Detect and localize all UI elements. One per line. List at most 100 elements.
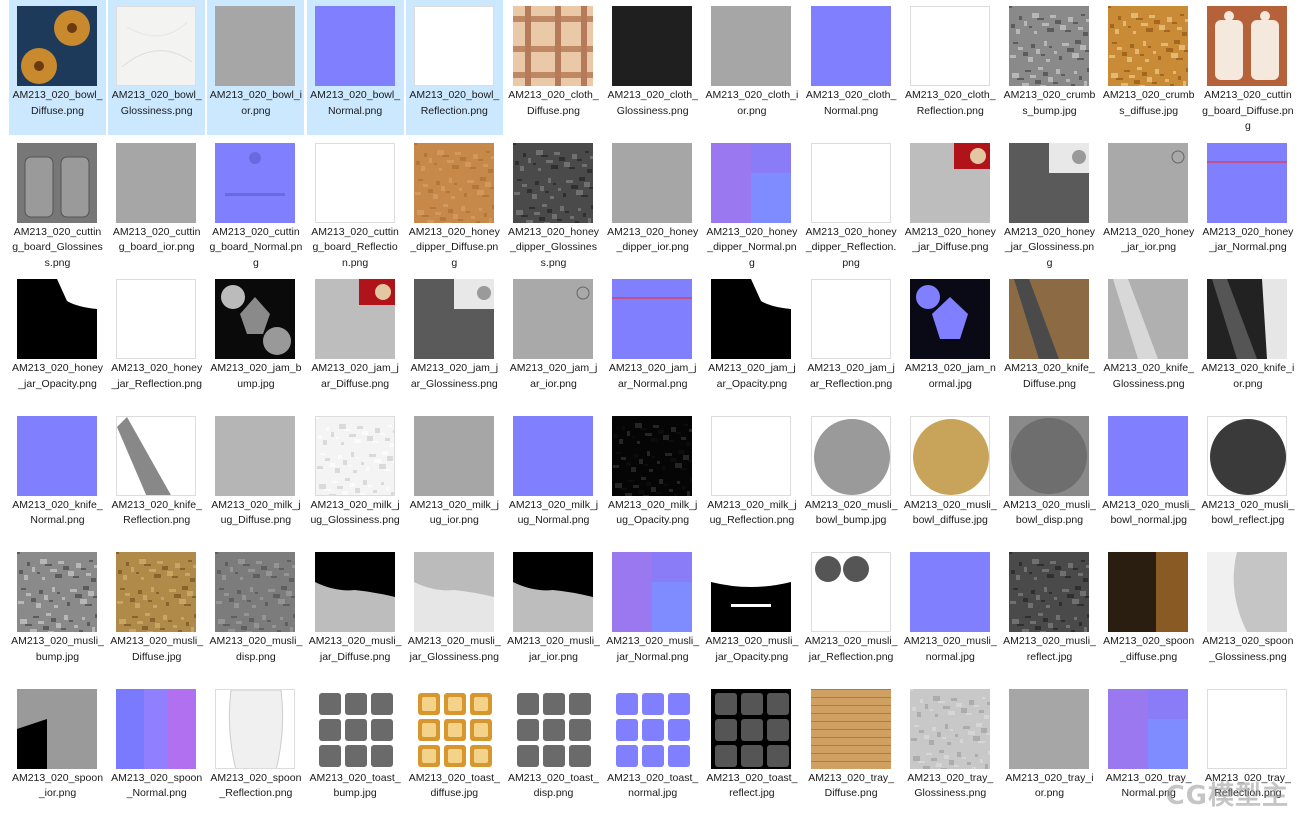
- file-item[interactable]: AM213_020_spoon_Normal.png: [108, 683, 205, 818]
- file-thumbnail: [413, 6, 494, 86]
- file-name-label: AM213_020_spoon_Normal.png: [111, 771, 203, 800]
- file-item[interactable]: AM213_020_jam_jar_Diffuse.png: [307, 273, 404, 408]
- file-item[interactable]: AM213_020_knife_Reflection.png: [108, 410, 205, 545]
- file-item[interactable]: AM213_020_knife_Diffuse.png: [1001, 273, 1098, 408]
- file-item[interactable]: AM213_020_musli_jar_Glossiness.png: [406, 546, 503, 681]
- file-item[interactable]: AM213_020_musli_jar_ior.png: [505, 546, 602, 681]
- file-item[interactable]: AM213_020_spoon_Glossiness.png: [1199, 546, 1296, 681]
- file-item[interactable]: AM213_020_honey_dipper_Reflection.png: [803, 137, 900, 272]
- file-item[interactable]: AM213_020_musli_bowl_bump.jpg: [803, 410, 900, 545]
- file-item[interactable]: AM213_020_bowl_Diffuse.png: [9, 0, 106, 135]
- file-thumbnail: [513, 142, 593, 223]
- file-name-label: AM213_020_knife_Reflection.png: [111, 498, 202, 527]
- file-grid: AM213_020_bowl_Diffuse.png AM213_020_bowl…: [0, 0, 1299, 818]
- file-name-label: AM213_020_musli_jar_Reflection.png: [804, 635, 898, 663]
- file-item[interactable]: AM213_020_cutting_board_Reflection.png: [307, 137, 404, 272]
- file-item[interactable]: AM213_020_toast_normal.jpg: [604, 683, 701, 818]
- file-item[interactable]: AM213_020_milk_jug_ior.png: [406, 410, 503, 545]
- file-item[interactable]: AM213_020_cutting_board_Normal.png: [207, 137, 304, 272]
- file-name-label: AM213_020_honey_dipper_Normal.png: [706, 225, 798, 269]
- file-thumbnail: [513, 552, 593, 632]
- file-item[interactable]: AM213_020_honey_dipper_Glossiness.png: [505, 137, 602, 272]
- file-item[interactable]: AM213_020_crumbs_diffuse.jpg: [1100, 0, 1197, 135]
- file-item[interactable]: AM213_020_bowl_Reflection.png: [405, 0, 503, 135]
- file-item[interactable]: AM213_020_honey_jar_Glossiness.png: [1001, 137, 1098, 272]
- file-item[interactable]: AM213_020_milk_jug_Glossiness.png: [307, 410, 404, 545]
- file-item[interactable]: AM213_020_milk_jug_Opacity.png: [604, 410, 701, 545]
- file-item[interactable]: AM213_020_musli_jar_Normal.png: [604, 546, 701, 681]
- file-item[interactable]: AM213_020_tray_Glossiness.png: [902, 683, 999, 818]
- file-item[interactable]: AM213_020_jam_bump.jpg: [207, 273, 304, 408]
- file-item[interactable]: AM213_020_cloth_ior.png: [703, 0, 800, 135]
- file-name-label: AM213_020_spoon_Glossiness.png: [1202, 635, 1294, 663]
- file-item[interactable]: AM213_020_musli_disp.png: [207, 546, 304, 681]
- file-thumbnail: [413, 688, 494, 769]
- file-item[interactable]: AM213_020_honey_jar_Diffuse.png: [902, 137, 999, 272]
- file-item[interactable]: AM213_020_knife_Normal.png: [9, 410, 106, 545]
- file-item[interactable]: AM213_020_toast_disp.png: [505, 683, 602, 818]
- file-item[interactable]: AM213_020_musli_jar_Opacity.png: [703, 546, 800, 681]
- file-item[interactable]: AM213_020_tray_ior.png: [1001, 683, 1098, 818]
- file-item[interactable]: AM213_020_spoon_diffuse.png: [1100, 546, 1197, 681]
- file-item[interactable]: AM213_020_honey_jar_Reflection.png: [108, 273, 205, 408]
- file-item[interactable]: AM213_020_milk_jug_Diffuse.png: [207, 410, 304, 545]
- file-name-label: AM213_020_musli_jar_Opacity.png: [705, 635, 799, 663]
- file-item[interactable]: AM213_020_musli_bowl_normal.jpg: [1100, 410, 1197, 545]
- file-item[interactable]: AM213_020_cutting_board_Glossiness.png: [9, 137, 106, 272]
- file-item[interactable]: AM213_020_bowl_ior.png: [207, 0, 305, 135]
- file-item[interactable]: AM213_020_honey_dipper_Normal.png: [703, 137, 800, 272]
- file-item[interactable]: AM213_020_tray_Diffuse.png: [803, 683, 900, 818]
- file-thumbnail: [17, 415, 97, 496]
- file-item[interactable]: AM213_020_jam_jar_Reflection.png: [803, 273, 900, 408]
- file-item[interactable]: AM213_020_honey_jar_Normal.png: [1199, 137, 1296, 272]
- file-thumbnail: [1108, 415, 1189, 496]
- file-item[interactable]: AM213_020_knife_ior.png: [1199, 273, 1296, 408]
- file-thumbnail: [711, 142, 792, 223]
- file-item[interactable]: AM213_020_honey_dipper_ior.png: [604, 137, 701, 272]
- file-thumbnail: [513, 688, 593, 769]
- file-item[interactable]: AM213_020_cloth_Diffuse.png: [505, 0, 602, 135]
- file-item[interactable]: AM213_020_cloth_Reflection.png: [902, 0, 999, 135]
- file-item[interactable]: AM213_020_bowl_Normal.png: [306, 0, 404, 135]
- file-name-label: AM213_020_bowl_Reflection.png: [409, 89, 500, 117]
- file-name-label: AM213_020_toast_bump.jpg: [309, 771, 401, 800]
- file-name-label: AM213_020_toast_diffuse.jpg: [408, 771, 500, 800]
- file-item[interactable]: AM213_020_jam_jar_ior.png: [505, 273, 602, 408]
- file-name-label: AM213_020_jam_normal.jpg: [904, 362, 996, 390]
- file-item[interactable]: AM213_020_cutting_board_ior.png: [108, 137, 205, 272]
- file-thumbnail: [314, 688, 395, 769]
- file-item[interactable]: AM213_020_musli_bowl_disp.png: [1001, 410, 1098, 545]
- file-item[interactable]: AM213_020_musli_bowl_reflect.jpg: [1199, 410, 1296, 545]
- file-item[interactable]: AM213_020_cloth_Normal.png: [803, 0, 900, 135]
- file-item[interactable]: AM213_020_musli_bowl_diffuse.jpg: [902, 410, 999, 545]
- file-name-label: AM213_020_honey_dipper_Reflection.png: [805, 225, 897, 269]
- file-item[interactable]: AM213_020_cutting_board_Diffuse.png: [1199, 0, 1296, 135]
- file-item[interactable]: AM213_020_jam_normal.jpg: [902, 273, 999, 408]
- file-item[interactable]: AM213_020_musli_jar_Diffuse.png: [307, 546, 404, 681]
- file-item[interactable]: AM213_020_toast_reflect.jpg: [703, 683, 800, 818]
- file-item[interactable]: AM213_020_honey_dipper_Diffuse.png: [406, 137, 503, 272]
- file-item[interactable]: AM213_020_milk_jug_Reflection.png: [703, 410, 800, 545]
- file-item[interactable]: AM213_020_jam_jar_Glossiness.png: [406, 273, 503, 408]
- file-item[interactable]: AM213_020_musli_jar_Reflection.png: [803, 546, 900, 681]
- file-item[interactable]: AM213_020_musli_bump.jpg: [9, 546, 106, 681]
- file-item[interactable]: AM213_020_musli_Diffuse.jpg: [108, 546, 205, 681]
- file-item[interactable]: AM213_020_milk_jug_Normal.png: [505, 410, 602, 545]
- file-item[interactable]: AM213_020_honey_jar_ior.png: [1100, 137, 1197, 272]
- file-item[interactable]: AM213_020_spoon_ior.png: [9, 683, 106, 818]
- file-item[interactable]: AM213_020_toast_diffuse.jpg: [406, 683, 503, 818]
- file-item[interactable]: AM213_020_jam_jar_Normal.png: [604, 273, 701, 408]
- file-item[interactable]: AM213_020_crumbs_bump.jpg: [1001, 0, 1098, 135]
- file-item[interactable]: AM213_020_knife_Glossiness.png: [1100, 273, 1197, 408]
- file-item[interactable]: AM213_020_musli_normal.jpg: [902, 546, 999, 681]
- file-item[interactable]: AM213_020_toast_bump.jpg: [307, 683, 404, 818]
- file-item[interactable]: AM213_020_cloth_Glossiness.png: [604, 0, 701, 135]
- file-item[interactable]: AM213_020_jam_jar_Opacity.png: [703, 273, 800, 408]
- file-item[interactable]: AM213_020_bowl_Glossiness.png: [108, 0, 206, 135]
- file-thumbnail: [1009, 279, 1089, 359]
- file-item[interactable]: AM213_020_spoon_Reflection.png: [207, 683, 304, 818]
- file-thumbnail: [711, 552, 792, 632]
- file-thumbnail: [711, 279, 792, 359]
- file-item[interactable]: AM213_020_honey_jar_Opacity.png: [9, 273, 106, 408]
- file-item[interactable]: AM213_020_musli_reflect.jpg: [1001, 546, 1098, 681]
